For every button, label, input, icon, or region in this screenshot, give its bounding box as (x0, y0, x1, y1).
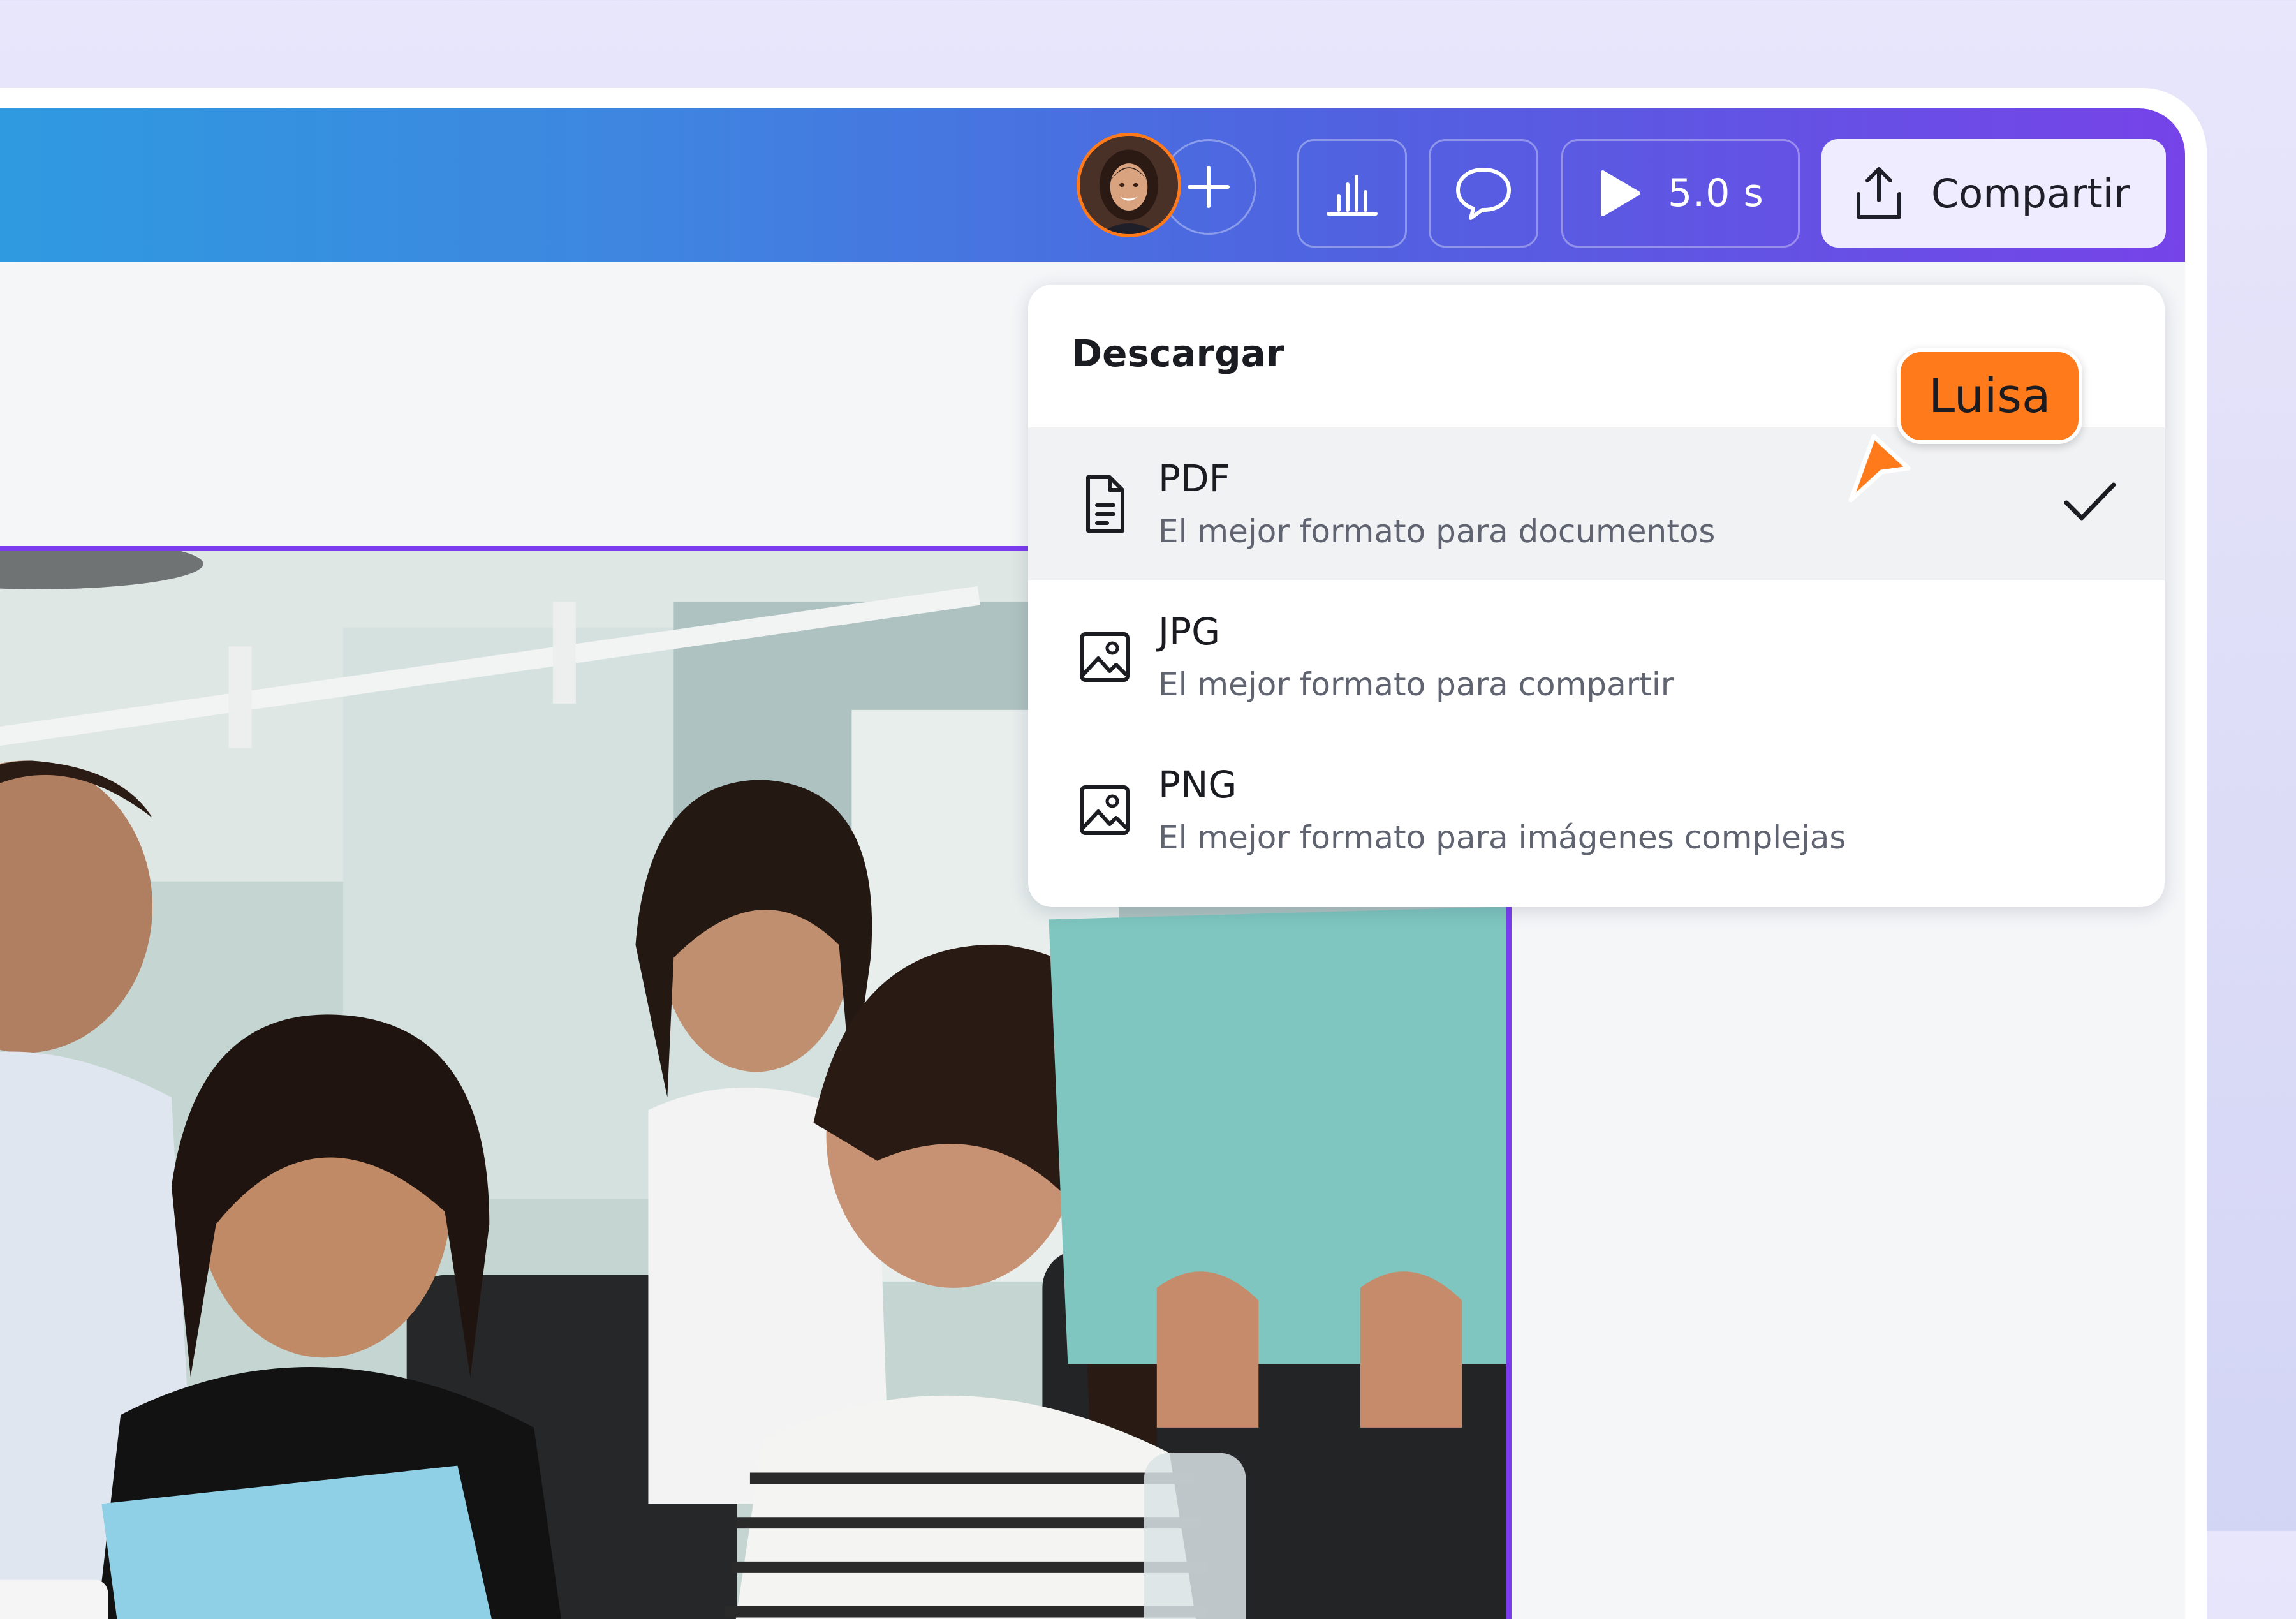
upload-icon (1857, 167, 1901, 219)
present-button[interactable]: 5.0 s (1561, 139, 1800, 248)
collaborator-cursor-icon (1848, 434, 1911, 503)
checkmark-icon (2064, 482, 2116, 521)
image-icon (1080, 785, 1130, 835)
share-label: Compartir (1931, 170, 2130, 217)
top-toolbar: 5.0 s Compartir (0, 108, 2185, 262)
image-icon (1080, 632, 1130, 682)
option-description: El mejor formato para imágenes complejas (1158, 819, 1846, 856)
presentation-duration: 5.0 s (1668, 171, 1764, 216)
document-icon (1086, 475, 1124, 533)
share-button[interactable]: Compartir (1821, 139, 2166, 248)
insights-button[interactable] (1297, 139, 1407, 248)
option-name: PNG (1158, 763, 1237, 806)
option-description: El mejor formato para documentos (1158, 513, 1716, 550)
download-option-jpg[interactable]: JPG El mejor formato para compartir (1028, 580, 2165, 734)
avatar-photo (1080, 136, 1178, 234)
collaborator-avatar[interactable] (1077, 133, 1181, 237)
plus-icon (1188, 166, 1230, 208)
option-name: PDF (1158, 457, 1230, 500)
speech-bubble-icon (1456, 168, 1511, 220)
collaborator-name-tag: Luisa (1897, 348, 2083, 444)
download-menu-title: Descargar (1071, 332, 1284, 375)
download-option-png[interactable]: PNG El mejor formato para imágenes compl… (1028, 734, 2165, 887)
download-option-pdf[interactable]: PDF El mejor formato para documentos (1028, 427, 2165, 580)
option-name: JPG (1158, 610, 1221, 653)
play-icon (1601, 170, 1640, 216)
option-description: El mejor formato para compartir (1158, 666, 1674, 703)
comment-button[interactable] (1429, 139, 1538, 248)
bar-chart-icon (1327, 175, 1378, 216)
